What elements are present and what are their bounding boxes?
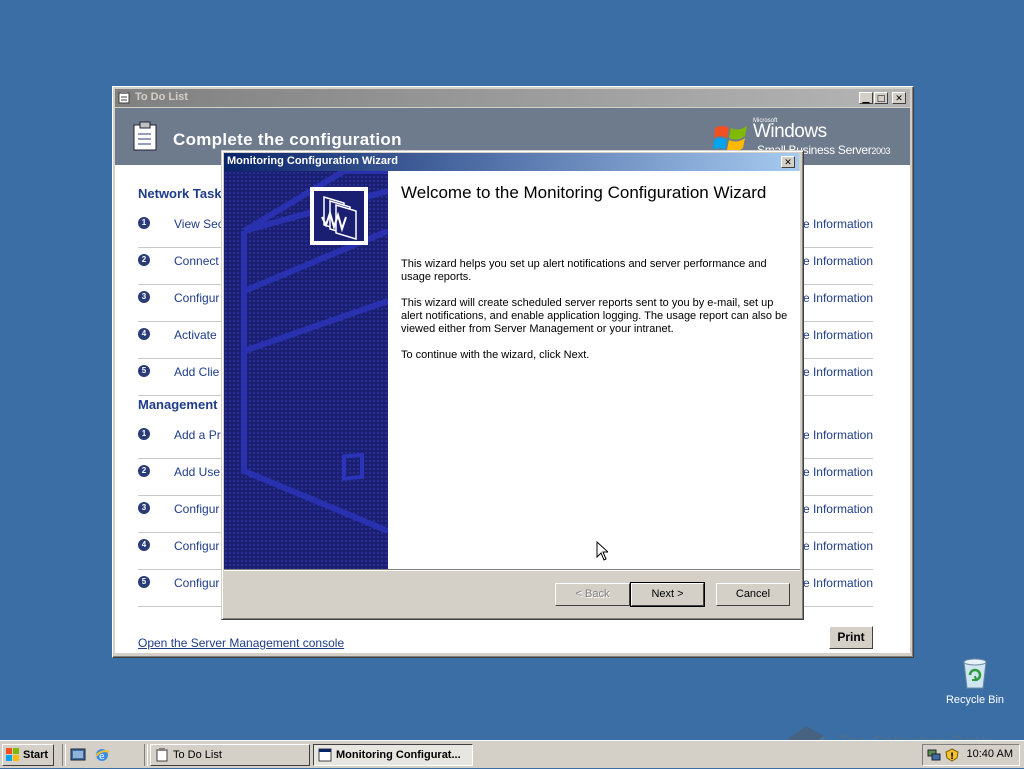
- close-button[interactable]: ✕: [892, 92, 906, 104]
- step-number: 1: [138, 217, 150, 229]
- taskbar-item-label: To Do List: [173, 749, 222, 761]
- task-info-link[interactable]: e Information: [803, 217, 873, 231]
- wizard-paragraph: This wizard helps you set up alert notif…: [401, 258, 767, 283]
- minimize-icon: ▁: [862, 94, 870, 104]
- task-label[interactable]: Activate: [174, 328, 217, 342]
- task-info-link[interactable]: e Information: [803, 465, 873, 479]
- step-number: 2: [138, 465, 150, 477]
- wizard-logo-icon: [310, 187, 368, 245]
- close-icon: ✕: [784, 158, 792, 168]
- wizard-titlebar[interactable]: Monitoring Configuration Wizard ✕: [224, 153, 799, 171]
- task-label[interactable]: Add Clie: [174, 365, 219, 379]
- logo-windows: Windows: [753, 121, 827, 142]
- mouse-cursor-icon: [596, 540, 610, 564]
- cancel-button[interactable]: Cancel: [716, 583, 790, 606]
- show-desktop-icon[interactable]: [70, 747, 86, 766]
- taskbar-separator: [62, 744, 66, 766]
- task-label[interactable]: Configur: [174, 291, 219, 305]
- windows-flag-icon: [6, 748, 20, 765]
- task-info-link[interactable]: e Information: [803, 291, 873, 305]
- banner-title: Complete the configuration: [173, 130, 402, 149]
- start-button[interactable]: Start: [2, 744, 54, 766]
- task-label[interactable]: Add Use: [174, 465, 220, 479]
- step-number: 4: [138, 539, 150, 551]
- clock[interactable]: 10:40 AM: [967, 748, 1013, 760]
- recycle-bin-label: Recycle Bin: [945, 694, 1005, 706]
- task-info-link[interactable]: e Information: [803, 539, 873, 553]
- todo-titlebar[interactable]: To Do List ▁ □ ✕: [115, 89, 910, 107]
- wizard-divider: [224, 569, 800, 571]
- clipboard-icon: [131, 121, 159, 151]
- task-info-link[interactable]: e Information: [803, 428, 873, 442]
- window-icon: [318, 748, 332, 765]
- taskbar-item-todo-list[interactable]: To Do List: [150, 744, 310, 766]
- todo-list-icon: [155, 748, 169, 765]
- network-icon[interactable]: [927, 748, 941, 765]
- step-number: 5: [138, 576, 150, 588]
- task-label[interactable]: Connect: [174, 254, 219, 268]
- task-info-link[interactable]: e Information: [803, 365, 873, 379]
- server-management-link[interactable]: Open the Server Management console: [138, 636, 344, 650]
- svg-text:!: !: [950, 752, 954, 762]
- wizard-content: Welcome to the Monitoring Configuration …: [388, 171, 800, 569]
- task-label[interactable]: Add a Pr: [174, 428, 221, 442]
- task-label[interactable]: Configur: [174, 576, 219, 590]
- taskbar-item-monitoring-wizard[interactable]: Monitoring Configurat...: [313, 744, 473, 766]
- step-number: 3: [138, 291, 150, 303]
- todo-title: To Do List: [135, 91, 188, 103]
- step-number: 2: [138, 254, 150, 266]
- task-label[interactable]: View Sec: [174, 217, 224, 231]
- internet-explorer-icon[interactable]: e: [94, 747, 110, 766]
- step-number: 3: [138, 502, 150, 514]
- task-label[interactable]: Configur: [174, 502, 219, 516]
- wizard-title: Monitoring Configuration Wizard: [227, 155, 398, 167]
- next-button[interactable]: Next >: [630, 582, 705, 607]
- wizard-side-graphic: [224, 171, 388, 569]
- recycle-bin-shortcut[interactable]: Recycle Bin: [940, 656, 1010, 712]
- wizard-close-button[interactable]: ✕: [781, 156, 795, 168]
- task-info-link[interactable]: e Information: [803, 502, 873, 516]
- step-number: 5: [138, 365, 150, 377]
- maximize-icon: □: [876, 94, 886, 104]
- maximize-button[interactable]: □: [874, 92, 888, 104]
- start-label: Start: [23, 749, 49, 761]
- close-icon: ✕: [895, 94, 903, 104]
- monitoring-wizard-dialog: Monitoring Configuration Wizard ✕ Welcom…: [221, 150, 804, 620]
- wizard-paragraph: This wizard will create scheduled server…: [401, 297, 788, 335]
- taskbar: Start e To Do List Monitoring Configurat…: [0, 740, 1024, 768]
- task-info-link[interactable]: e Information: [803, 328, 873, 342]
- step-number: 1: [138, 428, 150, 440]
- recycle-bin-icon: [961, 658, 989, 693]
- back-button[interactable]: < Back: [555, 583, 630, 606]
- todo-list-icon: [118, 91, 131, 104]
- taskbar-item-label: Monitoring Configurat...: [336, 749, 461, 761]
- wizard-heading: Welcome to the Monitoring Configuration …: [401, 183, 767, 202]
- wizard-paragraph: To continue with the wizard, click Next.: [401, 349, 590, 361]
- system-tray: ! 10:40 AM: [922, 744, 1020, 766]
- network-tasks-heading: Network Task: [138, 186, 222, 201]
- security-alert-icon[interactable]: !: [945, 748, 959, 765]
- task-label[interactable]: Configur: [174, 539, 219, 553]
- taskbar-separator: [144, 744, 148, 766]
- minimize-button[interactable]: ▁: [859, 92, 873, 104]
- task-info-link[interactable]: e Information: [803, 576, 873, 590]
- step-number: 4: [138, 328, 150, 340]
- management-tasks-heading: Management: [138, 397, 218, 412]
- task-info-link[interactable]: e Information: [803, 254, 873, 268]
- print-button[interactable]: Print: [829, 626, 873, 649]
- logo-year: 2003: [871, 146, 891, 156]
- svg-text:e: e: [99, 752, 105, 762]
